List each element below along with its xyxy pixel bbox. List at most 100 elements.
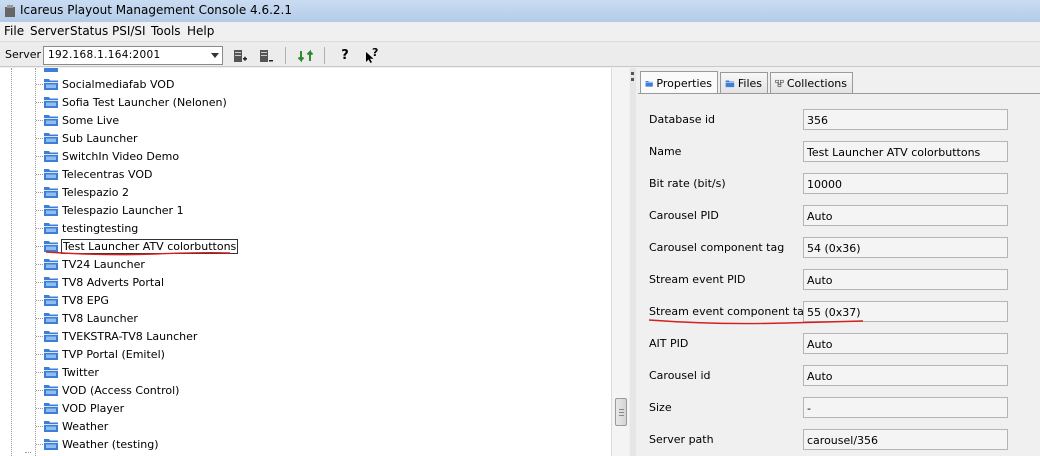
prop-label: Size xyxy=(649,401,672,414)
tree-item[interactable]: Weather xyxy=(36,417,109,435)
menu-server[interactable]: Server xyxy=(30,24,69,38)
tree-item-label: VOD Player xyxy=(62,401,125,415)
splitter-arrow[interactable] xyxy=(631,72,634,75)
tree-item-label: Sofia Test Launcher (Nelonen) xyxy=(62,95,227,109)
tree-item[interactable]: VOD (Access Control) xyxy=(36,381,180,399)
tree-item-label: Socialmediafab VOD xyxy=(62,77,175,91)
tree-item[interactable]: TVEKSTRA-TV8 Launcher xyxy=(36,327,198,345)
help-button[interactable]: ? xyxy=(335,46,355,65)
tree-item-label: Telecentras VOD xyxy=(62,167,153,181)
remove-server-icon xyxy=(260,49,273,62)
tree-item-label: TVP Portal (Emitel) xyxy=(62,347,165,361)
tree-scrollbar[interactable] xyxy=(611,68,629,456)
folder-icon xyxy=(44,367,58,378)
tree-connector xyxy=(36,119,43,121)
tree-item[interactable]: Telespazio Launcher 1 xyxy=(36,201,185,219)
tree-item[interactable]: TV8 EPG xyxy=(36,291,110,309)
prop-row-size: Size - xyxy=(638,397,1040,419)
tree-item-label: Telespazio 2 xyxy=(62,185,129,199)
tree-item[interactable]: Telespazio 2 xyxy=(36,183,130,201)
annotation-underline xyxy=(648,319,864,325)
menu-tools[interactable]: Tools xyxy=(151,24,181,38)
properties-panel: Properties Files Collections Database id… xyxy=(636,68,1040,456)
tree-item-label: testingtesting xyxy=(62,221,139,235)
prop-label: AIT PID xyxy=(649,337,689,350)
tree-item[interactable]: testingtesting xyxy=(36,219,139,237)
add-server-button[interactable] xyxy=(230,46,250,65)
prop-value-field[interactable]: Auto xyxy=(803,365,1008,386)
tree-connector xyxy=(36,155,43,157)
tree-item[interactable]: VOD Player xyxy=(36,399,125,417)
tree-item-label: Test Launcher ATV colorbuttons xyxy=(61,238,239,254)
add-server-icon xyxy=(234,49,247,62)
prop-label: Carousel component tag xyxy=(649,241,785,254)
folder-icon xyxy=(44,421,58,432)
prop-label: Stream event PID xyxy=(649,273,746,286)
tree-item[interactable]: Weather (testing) xyxy=(36,435,160,453)
folder-icon xyxy=(44,313,58,324)
tree-connector xyxy=(36,299,43,301)
title-bar: Icareus Playout Management Console 4.6.2… xyxy=(0,0,1040,22)
refresh-button[interactable] xyxy=(296,46,316,65)
tree-item[interactable]: Test Launcher ATV colorbuttons xyxy=(36,237,239,255)
folder-icon xyxy=(725,80,735,87)
tree-item[interactable]: Sub Launcher xyxy=(36,129,139,147)
tree-item-label: VOD (Access Control) xyxy=(62,383,180,397)
tree-connector xyxy=(11,68,12,456)
tree-item[interactable]: TV8 Adverts Portal xyxy=(36,273,165,291)
tree-connector xyxy=(36,317,43,319)
prop-row-carousel-pid: Carousel PID Auto xyxy=(638,205,1040,227)
prop-label: Carousel id xyxy=(649,369,711,382)
prop-value-field[interactable]: Auto xyxy=(803,205,1008,226)
folder-icon xyxy=(645,80,653,87)
context-help-icon: ? xyxy=(372,46,379,59)
tree-item[interactable]: Some Live xyxy=(36,111,120,129)
prop-value-field[interactable]: - xyxy=(803,397,1008,418)
prop-value-field[interactable]: 54 (0x36) xyxy=(803,237,1008,258)
tree-item[interactable]: TVP Portal (Emitel) xyxy=(36,345,166,363)
tree-connector xyxy=(36,389,43,391)
prop-value-field[interactable]: 10000 xyxy=(803,173,1008,194)
menu-file[interactable]: File xyxy=(4,24,24,38)
folder-icon xyxy=(44,97,58,108)
tree-item-label: Telespazio Launcher 1 xyxy=(62,203,184,217)
help-icon: ? xyxy=(341,48,349,63)
tree-panel[interactable]: Socialmediafab VOD Sofia Test Launcher (N… xyxy=(0,68,629,456)
menu-status[interactable]: Status xyxy=(70,24,108,38)
splitter-arrow[interactable] xyxy=(631,78,634,81)
tree-item[interactable]: SwitchIn Video Demo xyxy=(36,147,180,165)
refresh-icon xyxy=(297,49,314,62)
menu-help[interactable]: Help xyxy=(187,24,214,38)
tree-item[interactable]: Twitter xyxy=(36,363,100,381)
folder-icon xyxy=(44,385,58,396)
tree-item-label: Weather xyxy=(62,419,109,433)
prop-value-field[interactable]: Auto xyxy=(803,333,1008,354)
tree-item[interactable]: TV8 Launcher xyxy=(36,309,139,327)
prop-value-field[interactable]: Test Launcher ATV colorbuttons xyxy=(803,141,1008,162)
folder-icon xyxy=(44,68,58,72)
prop-value-field[interactable]: Auto xyxy=(803,269,1008,290)
tree-item-label: TVEKSTRA-TV8 Launcher xyxy=(62,329,198,343)
folder-icon xyxy=(44,205,58,216)
tree-connector xyxy=(36,281,43,283)
tree-item[interactable]: Sofia Test Launcher (Nelonen) xyxy=(36,93,228,111)
tree-connector xyxy=(36,101,43,103)
tree-item-label: Twitter xyxy=(62,365,99,379)
server-select[interactable]: 192.168.1.164:2001 xyxy=(43,46,223,65)
tab-files[interactable]: Files xyxy=(720,72,768,93)
scrollbar-thumb[interactable] xyxy=(615,398,627,426)
tree-item[interactable]: Socialmediafab VOD xyxy=(36,75,175,93)
tree-item[interactable]: TV24 Launcher xyxy=(36,255,146,273)
tree-connector xyxy=(36,407,43,409)
context-help-button[interactable]: ? xyxy=(362,46,382,65)
folder-icon xyxy=(44,403,58,414)
prop-value-field[interactable]: carousel/356 xyxy=(803,429,1008,450)
remove-server-button[interactable] xyxy=(256,46,276,65)
tab-collections[interactable]: Collections xyxy=(770,72,853,93)
prop-value-field[interactable]: 356 xyxy=(803,109,1008,130)
menu-psi-si[interactable]: PSI/SI xyxy=(112,24,146,38)
collections-icon xyxy=(775,79,784,87)
tree-item-partial xyxy=(36,68,61,75)
tree-item[interactable]: Telecentras VOD xyxy=(36,165,154,183)
tab-properties[interactable]: Properties xyxy=(640,71,718,94)
